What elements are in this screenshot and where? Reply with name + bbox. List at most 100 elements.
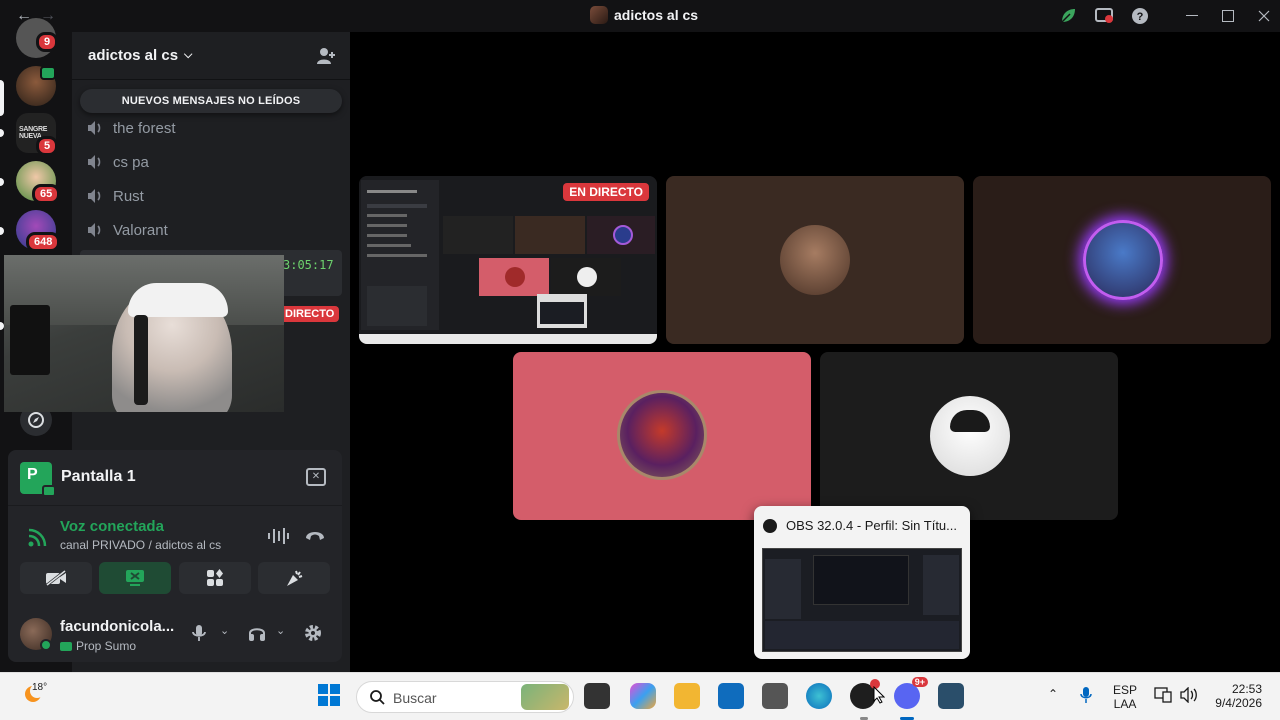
invite-user-icon[interactable] xyxy=(316,47,336,69)
screen-share-icon xyxy=(126,570,144,586)
language-indicator[interactable]: ESP LAA xyxy=(1112,683,1138,711)
help-icon[interactable]: ? xyxy=(1130,6,1150,26)
stream-tile[interactable]: EN DIRECTO xyxy=(359,176,657,344)
minimize-icon[interactable] xyxy=(1182,6,1202,26)
webcam-microphone xyxy=(134,315,148,405)
search-input[interactable]: Buscar xyxy=(356,681,574,713)
participant-avatar xyxy=(617,390,707,480)
language-code: ESP xyxy=(1112,683,1137,697)
activities-icon xyxy=(207,569,223,586)
screen-share-header: P Pantalla 1 ✕ xyxy=(8,450,342,506)
status-tag-icon xyxy=(60,641,72,651)
notification-badge: 9+ xyxy=(911,677,928,687)
screen-avatar-icon: P xyxy=(20,462,56,497)
screen-share-button[interactable] xyxy=(99,562,171,594)
preview-tile xyxy=(587,216,655,254)
user-status-line: Prop Sumo xyxy=(60,639,136,653)
speaker-icon xyxy=(86,188,104,204)
new-messages-banner[interactable]: NUEVOS MENSAJES NO LEÍDOS xyxy=(80,89,342,113)
chevron-down-icon: ⌵ xyxy=(184,49,193,61)
obs-window-title: OBS 32.0.4 - Perfil: Sin Títu... xyxy=(786,518,957,533)
screen-avatar-letter: P xyxy=(27,466,38,483)
unread-dot xyxy=(0,227,4,235)
settings-button[interactable] xyxy=(304,624,322,642)
start-icon[interactable] xyxy=(317,683,341,707)
task-view-icon[interactable] xyxy=(584,683,610,709)
live-voice-badge xyxy=(40,66,56,80)
app-icon[interactable] xyxy=(938,683,964,709)
channel-the-forest[interactable]: the forest xyxy=(86,113,176,143)
channel-cs-pa[interactable]: cs pa xyxy=(86,147,149,177)
guild-header[interactable]: adictos al cs ⌵ xyxy=(72,32,350,80)
clock-date: 9/4/2026 xyxy=(1215,696,1262,710)
tray-overflow-icon[interactable]: ⌃ xyxy=(1048,687,1058,701)
unread-dot xyxy=(0,178,4,186)
participant-tile[interactable] xyxy=(973,176,1271,344)
user-panel[interactable]: facundonicola... Prop Sumo ⌄ ⌄ xyxy=(8,610,342,662)
screen-title: Pantalla 1 xyxy=(61,468,136,485)
inbox-icon[interactable] xyxy=(1094,6,1114,26)
svg-text:?: ? xyxy=(1137,11,1144,23)
search-highlight-image xyxy=(521,684,569,710)
outlook-icon[interactable] xyxy=(718,683,744,709)
noise-suppression-icon[interactable] xyxy=(266,525,290,547)
clock[interactable]: 22:53 9/4/2026 xyxy=(1204,682,1262,710)
file-explorer-icon[interactable] xyxy=(674,683,700,709)
close-icon[interactable] xyxy=(1254,6,1274,26)
channel-name: Rust xyxy=(113,187,144,205)
nitro-leaf-icon[interactable] xyxy=(1058,6,1078,26)
voice-panel: P Pantalla 1 ✕ Voz conectada canal PRIVA… xyxy=(8,450,342,662)
participant-tile[interactable] xyxy=(820,352,1118,520)
voice-channel-path[interactable]: canal PRIVADO / adictos al cs xyxy=(60,538,221,552)
preview-tile xyxy=(551,258,621,296)
webcam-pc-tower xyxy=(10,305,50,375)
camera-off-button[interactable] xyxy=(20,562,92,594)
activities-button[interactable] xyxy=(179,562,251,594)
username[interactable]: facundonicola... xyxy=(60,618,174,635)
preview-tile xyxy=(443,216,513,254)
channel-rust[interactable]: Rust xyxy=(86,181,144,211)
preview-tile xyxy=(515,216,585,254)
chevron-down-icon[interactable]: ⌄ xyxy=(276,624,285,637)
soundboard-button[interactable] xyxy=(258,562,330,594)
channel-name: Valorant xyxy=(113,221,168,239)
headphones-button[interactable] xyxy=(248,624,266,642)
speaker-icon xyxy=(86,120,104,136)
microphone-tray-icon[interactable] xyxy=(1080,686,1092,709)
maximize-icon[interactable] xyxy=(1218,6,1238,26)
obs-logo-icon xyxy=(763,519,777,533)
guild-name: adictos al cs xyxy=(88,47,179,64)
discord-icon[interactable]: 9+ xyxy=(894,677,928,709)
microphone-icon xyxy=(192,625,206,641)
obs-taskbar-preview[interactable]: OBS 32.0.4 - Perfil: Sin Títu... xyxy=(754,506,970,659)
signal-icon[interactable] xyxy=(26,527,48,549)
copilot-icon[interactable] xyxy=(630,683,656,709)
stop-stream-icon[interactable]: ✕ xyxy=(306,468,326,486)
channel-name: cs pa xyxy=(113,153,149,171)
search-placeholder: Buscar xyxy=(393,690,437,706)
windows-taskbar: 18° Buscar 9+ ⌃ ESP LAA 22:53 9/4/2026 xyxy=(0,672,1280,720)
user-status-text: Prop Sumo xyxy=(76,639,137,653)
network-icon[interactable] xyxy=(1154,687,1172,708)
live-badge: DIRECTO xyxy=(280,306,340,322)
webcam-cap xyxy=(128,283,228,317)
window-title-text: adictos al cs xyxy=(614,7,699,23)
unread-badge: 5 xyxy=(36,136,59,156)
participant-tile[interactable] xyxy=(513,352,811,520)
camera-app-icon[interactable] xyxy=(762,683,788,709)
disconnect-icon[interactable] xyxy=(304,528,326,544)
edge-icon[interactable] xyxy=(806,683,832,709)
participant-tile[interactable] xyxy=(666,176,964,344)
volume-icon[interactable] xyxy=(1180,686,1198,708)
preview-taskbar xyxy=(359,334,657,344)
microphone-button[interactable] xyxy=(192,624,206,642)
obs-window-thumbnail[interactable] xyxy=(762,548,962,652)
unread-badge: 648 xyxy=(26,232,61,252)
clock-time: 22:53 xyxy=(1231,682,1262,696)
gear-icon xyxy=(305,625,321,641)
chevron-down-icon[interactable]: ⌄ xyxy=(220,624,229,637)
voice-status[interactable]: Voz conectada xyxy=(60,518,164,535)
channel-valorant[interactable]: Valorant xyxy=(86,215,168,245)
temperature[interactable]: 18° xyxy=(32,682,47,693)
speaker-icon xyxy=(86,222,104,238)
